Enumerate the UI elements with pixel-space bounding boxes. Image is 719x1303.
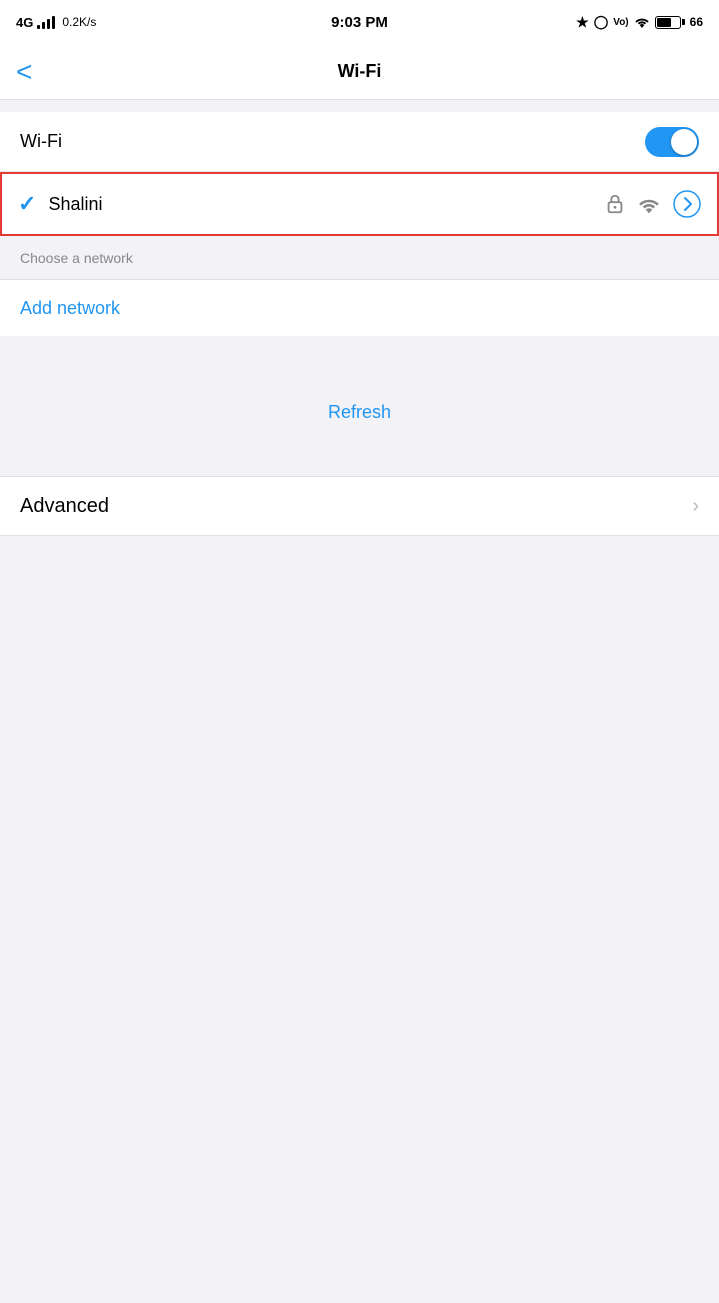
alarm-icon: ◯	[594, 14, 609, 30]
back-button[interactable]: <	[16, 58, 32, 86]
separator-4	[0, 452, 719, 464]
wifi-toggle[interactable]	[645, 127, 699, 157]
volte-icon: Vo)	[613, 17, 628, 28]
wifi-settings-content: Wi-Fi ✓ Shalini	[0, 100, 719, 916]
nav-bar: < Wi-Fi	[0, 44, 719, 100]
wifi-status-icon	[634, 16, 650, 28]
separator-5	[0, 464, 719, 476]
page-title: Wi-Fi	[338, 61, 382, 82]
separator-1	[0, 336, 719, 348]
bluetooth-icon: ★	[576, 14, 589, 31]
separator-2	[0, 348, 719, 360]
network-name: Shalini	[48, 194, 605, 215]
wifi-label: Wi-Fi	[20, 131, 62, 152]
status-left: 4G 0.2K/s	[16, 15, 96, 30]
add-network-label: Add network	[20, 298, 120, 319]
refresh-section: Refresh	[0, 372, 719, 452]
connected-network-row[interactable]: ✓ Shalini	[0, 172, 719, 236]
wifi-signal-icon	[637, 194, 661, 214]
bottom-area	[0, 536, 719, 916]
lock-icon	[605, 193, 625, 215]
data-speed: 0.2K/s	[62, 15, 96, 29]
signal-bars	[37, 15, 55, 29]
status-right: ★ ◯ Vo) 66	[576, 14, 703, 31]
network-type: 4G	[16, 15, 33, 30]
battery-indicator	[655, 16, 685, 29]
advanced-label: Advanced	[20, 495, 109, 518]
separator-3	[0, 360, 719, 372]
add-network-row[interactable]: Add network	[0, 280, 719, 336]
choose-network-label: Choose a network	[20, 250, 133, 266]
battery-percent: 66	[690, 15, 703, 29]
advanced-row[interactable]: Advanced ›	[0, 476, 719, 536]
advanced-chevron-icon: ›	[692, 495, 699, 518]
status-bar: 4G 0.2K/s 9:03 PM ★ ◯ Vo) 66	[0, 0, 719, 44]
connected-checkmark: ✓	[18, 191, 36, 217]
choose-network-header: Choose a network	[0, 236, 719, 280]
status-time: 9:03 PM	[331, 14, 388, 31]
wifi-toggle-row: Wi-Fi	[0, 112, 719, 172]
wifi-toggle-section: Wi-Fi	[0, 112, 719, 172]
refresh-button[interactable]: Refresh	[328, 402, 391, 423]
toggle-knob	[671, 129, 697, 155]
network-icons	[605, 190, 701, 218]
network-info-button[interactable]	[673, 190, 701, 218]
